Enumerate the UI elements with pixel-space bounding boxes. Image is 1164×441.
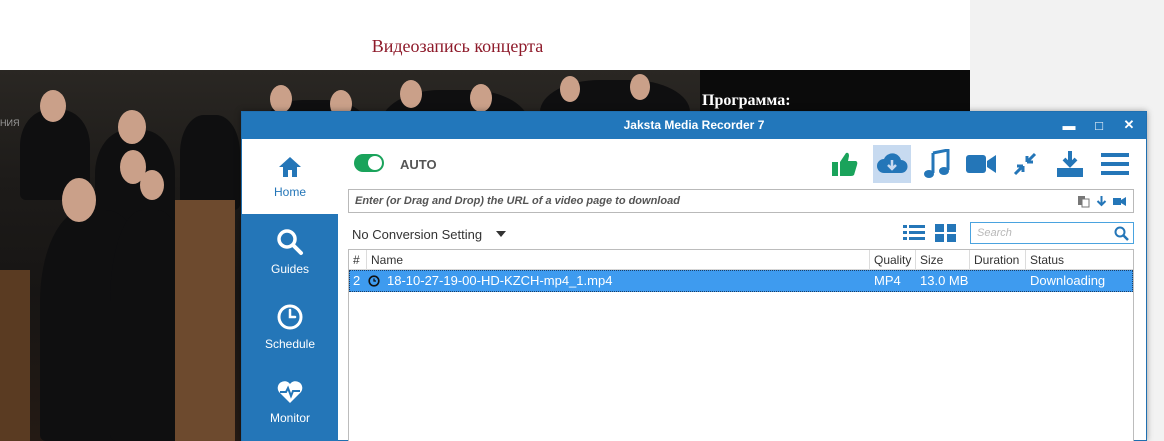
table-row[interactable]: 2 18-10-27-19-00-HD-KZCH-mp4_1.mp4 MP4 1… [349,270,1133,292]
search-icon[interactable] [1114,226,1129,241]
sidebar: Home Guides Schedule Monitor [242,139,338,441]
conversion-setting-dropdown[interactable]: No Conversion Setting [352,227,482,242]
jaksta-window: Jaksta Media Recorder 7 ▬ □ ✕ Home Guide… [241,111,1147,441]
collapse-icon [1013,152,1037,176]
sidebar-item-home[interactable]: Home [242,139,338,214]
column-header-status[interactable]: Status [1026,250,1133,270]
record-audio-button[interactable] [918,145,956,183]
row-filename: 18-10-27-19-00-HD-KZCH-mp4_1.mp4 [387,273,613,288]
sidebar-item-guides[interactable]: Guides [242,214,338,289]
downloads-table: # Name Quality Size Duration Status 2 18… [348,249,1134,441]
heart-pulse-icon [277,380,303,403]
window-title: Jaksta Media Recorder 7 [623,118,765,132]
column-header-size[interactable]: Size [916,250,970,270]
row-quality: MP4 [874,273,901,288]
main-menu-button[interactable] [1096,145,1134,183]
row-status: Downloading [1030,273,1106,288]
record-video-small-icon[interactable] [1113,195,1126,208]
cloud-download-icon [877,153,908,173]
auto-toggle[interactable] [354,154,384,172]
list-view-icon[interactable] [902,223,926,243]
maximize-button[interactable]: □ [1090,116,1108,134]
sidebar-item-label: Guides [270,261,310,276]
download-arrow-icon[interactable] [1095,195,1108,208]
column-header-number[interactable]: # [349,250,367,270]
sidebar-item-label: Home [273,184,306,199]
search-input[interactable]: Search [970,222,1134,244]
column-header-name[interactable]: Name [367,250,870,270]
download-tray-icon [1057,151,1083,177]
clock-icon [277,304,303,329]
recommend-button[interactable] [826,145,864,183]
page-heading: Видеозапись концерта [371,36,544,56]
main-panel: AUTO Enter (or Drag and Drop) the URL of… [338,139,1146,441]
download-from-cloud-button[interactable] [873,145,911,183]
home-icon [279,156,301,177]
close-button[interactable]: ✕ [1120,116,1138,134]
url-placeholder: Enter (or Drag and Drop) the URL of a vi… [355,195,680,207]
row-number: 2 [353,273,361,288]
downloads-button[interactable] [1051,145,1089,183]
video-logo: НИЯ [0,118,20,128]
minimize-button[interactable]: ▬ [1060,116,1078,134]
program-heading: Программа: [702,92,791,109]
sidebar-item-monitor[interactable]: Monitor [242,364,338,439]
row-duration [971,271,974,291]
search-icon [277,228,303,255]
clock-icon [368,275,380,287]
sidebar-item-schedule[interactable]: Schedule [242,289,338,364]
column-header-quality[interactable]: Quality [870,250,916,270]
music-note-icon [924,149,950,178]
auto-label: AUTO [400,157,437,172]
video-camera-icon [966,155,996,173]
sidebar-item-label: Monitor [269,410,310,425]
title-bar[interactable]: Jaksta Media Recorder 7 ▬ □ ✕ [242,112,1146,139]
url-input[interactable]: Enter (or Drag and Drop) the URL of a vi… [348,189,1134,213]
grid-view-icon[interactable] [934,223,958,243]
row-size: 13.0 MB [920,273,969,288]
thumbs-up-icon [832,152,858,176]
sidebar-item-label: Schedule [264,336,316,351]
mini-mode-button[interactable] [1006,145,1044,183]
record-video-button[interactable] [962,145,1000,183]
chevron-down-icon[interactable] [496,231,506,237]
menu-icon [1101,153,1129,175]
column-header-duration[interactable]: Duration [970,250,1026,270]
table-header: # Name Quality Size Duration Status [349,250,1133,270]
search-placeholder: Search [977,227,1012,239]
paste-icon[interactable] [1077,195,1090,208]
